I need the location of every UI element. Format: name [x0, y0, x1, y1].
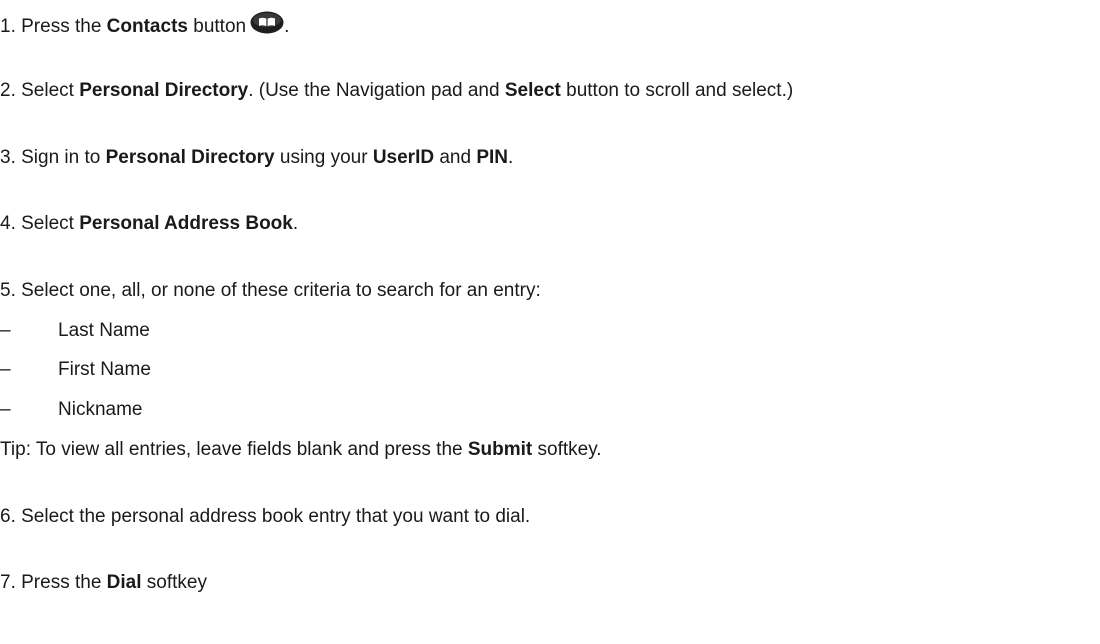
step-4: 4. Select Personal Address Book. — [0, 213, 299, 234]
step-5: 5. Select one, all, or none of these cri… — [0, 280, 541, 301]
instructions-document: 1. Press the Contacts button . 2. Select… — [0, 0, 1100, 644]
contacts-book-icon — [250, 10, 284, 41]
step-1: 1. Press the Contacts button . — [0, 10, 289, 41]
step-2: 2. Select Personal Directory. (Use the N… — [0, 80, 794, 101]
criteria-item-first-name: – First Name — [0, 359, 151, 380]
step-6: 6. Select the personal address book entr… — [0, 506, 531, 527]
tip: Tip: To view all entries, leave fields b… — [0, 439, 602, 460]
criteria-item-last-name: – Last Name — [0, 320, 150, 341]
criteria-item-nickname: – Nickname — [0, 399, 143, 420]
step-7: 7. Press the Dial softkey — [0, 572, 208, 593]
step-3: 3. Sign in to Personal Directory using y… — [0, 147, 514, 168]
contacts-label: Contacts — [106, 16, 188, 37]
